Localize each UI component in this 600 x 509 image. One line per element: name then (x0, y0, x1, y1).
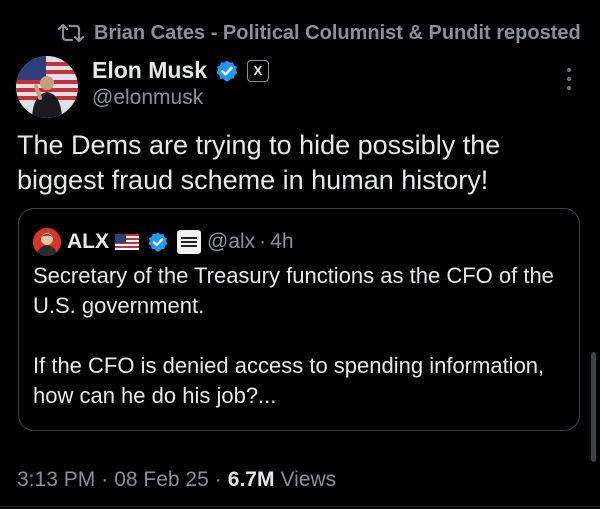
affiliation-badge-icon[interactable] (177, 230, 201, 254)
quoted-author-handle[interactable]: @alx (207, 230, 255, 254)
views-count[interactable]: 6.7M (228, 468, 275, 492)
quoted-tweet-card[interactable]: ALX @alx · 4h Secretary of the Treasury … (18, 208, 580, 431)
verified-badge-icon (216, 60, 238, 81)
x-affiliation-badge[interactable]: X (247, 59, 270, 82)
tweet-date[interactable]: 08 Feb 25 (114, 468, 209, 492)
quoted-paragraph: If the CFO is denied access to spending … (33, 353, 545, 408)
repost-icon (58, 23, 84, 43)
quoted-paragraph: Secretary of the Treasury functions as t… (33, 263, 554, 318)
author-avatar[interactable] (16, 56, 78, 118)
separator-dot: · (214, 468, 222, 491)
quoted-tweet-header: ALX @alx · 4h (33, 227, 298, 257)
tweet-text: The Dems are trying to hide possibly the… (17, 130, 501, 195)
author-name[interactable]: Elon Musk (92, 57, 207, 84)
scrollbar[interactable] (591, 352, 596, 462)
repost-header[interactable]: Brian Cates - Political Columnist & Pund… (58, 18, 581, 48)
separator-dot: · (101, 468, 109, 491)
quoted-author-avatar[interactable] (33, 228, 61, 256)
more-options-icon[interactable] (562, 64, 576, 94)
divider (0, 506, 600, 507)
quoted-tweet-time[interactable]: 4h (270, 230, 293, 254)
views-label[interactable]: Views (280, 468, 336, 492)
us-flag-icon (115, 234, 139, 250)
quoted-author-name[interactable]: ALX (67, 230, 109, 254)
verified-badge-icon (148, 232, 168, 252)
author-handle[interactable]: @elonmusk (92, 86, 203, 110)
tweet-time[interactable]: 3:13 PM (17, 468, 95, 492)
quoted-tweet-text: Secretary of the Treasury functions as t… (33, 261, 573, 411)
repost-text: Brian Cates - Political Columnist & Pund… (94, 21, 581, 44)
author-name-row[interactable]: Elon Musk X (92, 57, 270, 84)
avatar-image (16, 56, 78, 118)
tweet-metadata: 3:13 PM · 08 Feb 25 · 6.7M Views (17, 468, 336, 492)
separator-dot: · (259, 230, 267, 253)
